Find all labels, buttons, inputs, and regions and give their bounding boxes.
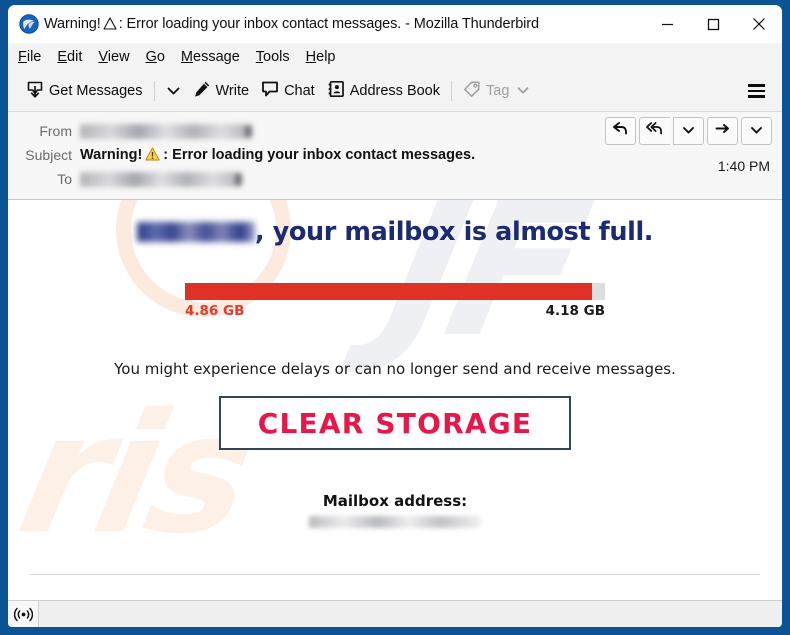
minimize-icon[interactable] (644, 5, 690, 43)
subject-label: Subject (25, 147, 72, 163)
headline-domain-redacted (136, 222, 255, 242)
message-timestamp: 1:40 PM (717, 158, 770, 174)
headline-text: , your mailbox is almost full. (254, 217, 654, 247)
window-controls (644, 5, 782, 43)
menu-item-tools[interactable]: Tools (256, 49, 290, 65)
tag-button[interactable]: Tag (457, 76, 535, 106)
from-value-redacted (80, 124, 252, 140)
address-book-label: Address Book (349, 83, 440, 99)
hamburger-menu-icon[interactable] (741, 78, 772, 104)
reply-all-arrow-icon (646, 121, 664, 141)
subject-suffix: : Error loading your inbox contact messa… (163, 147, 476, 163)
toolbar-separator-1 (153, 81, 155, 101)
maximize-icon[interactable] (690, 5, 736, 43)
tag-label: Tag (486, 83, 510, 99)
mailbox-address-redacted (309, 516, 481, 529)
subject-value: Warning! : Error loading your inbox cont… (80, 147, 475, 163)
write-button[interactable]: Write (187, 76, 256, 106)
menu-item-edit[interactable]: Edit (57, 49, 82, 65)
menu-item-view[interactable]: View (98, 49, 129, 65)
to-label: To (57, 171, 72, 187)
storage-meter: 4.86 GB 4.18 GB (185, 283, 605, 319)
menu-item-help[interactable]: Help (306, 49, 336, 65)
more-actions-button[interactable] (741, 117, 772, 145)
from-value[interactable] (80, 123, 252, 140)
toolbar-separator-2 (451, 81, 452, 101)
phishing-content: , your mailbox is almost full. 4.86 GB 4… (8, 200, 782, 529)
storage-track (185, 283, 605, 301)
reply-arrow-icon (612, 121, 629, 141)
chat-button[interactable]: Chat (255, 76, 321, 106)
address-book-button[interactable]: Address Book (321, 76, 446, 106)
storage-used-label: 4.86 GB (185, 303, 245, 320)
chat-label: Chat (284, 83, 315, 99)
menu-item-file[interactable]: File (18, 49, 41, 65)
main-toolbar: Get Messages Write Chat Address Book Tag (8, 71, 782, 112)
menu-bar: File Edit View Go Message Tools Help (8, 43, 782, 71)
warning-text: You might experience delays or can no lo… (114, 360, 676, 379)
reply-all-button[interactable] (639, 117, 670, 145)
chevron-down-icon (517, 83, 529, 99)
thunderbird-icon (19, 14, 39, 34)
window-title: Warning! : Error loading your inbox cont… (44, 16, 539, 32)
menu-item-message[interactable]: Message (181, 49, 240, 65)
title-bar: Warning! : Error loading your inbox cont… (8, 5, 782, 43)
speech-bubble-icon (261, 80, 279, 102)
download-inbox-icon (26, 80, 44, 102)
forward-arrow-icon (714, 121, 731, 141)
get-messages-label: Get Messages (49, 83, 143, 99)
reply-options-button[interactable] (673, 117, 704, 145)
body-divider (30, 574, 760, 575)
subject-prefix: Warning! (80, 147, 143, 163)
from-label: From (39, 123, 72, 139)
storage-labels: 4.86 GB 4.18 GB (185, 303, 605, 319)
reply-button[interactable] (605, 117, 636, 145)
title-warning-icon (103, 16, 117, 32)
get-messages-button[interactable]: Get Messages (20, 76, 149, 106)
close-icon[interactable] (736, 5, 782, 43)
clear-storage-label: CLEAR STORAGE (257, 406, 533, 440)
address-book-icon (327, 80, 345, 102)
tag-icon (463, 80, 481, 102)
get-messages-dropdown[interactable] (160, 82, 187, 100)
thunderbird-window: Warning! : Error loading your inbox cont… (8, 5, 782, 627)
pencil-icon (193, 80, 211, 102)
chevron-down-icon (682, 122, 695, 140)
window-title-suffix: : Error loading your inbox contact messa… (118, 16, 539, 32)
to-row: To (8, 167, 782, 191)
broadcast-signal-icon[interactable] (8, 601, 39, 627)
warning-triangle-icon (145, 147, 160, 163)
menu-item-go[interactable]: Go (146, 49, 165, 65)
mailbox-address-title: Mailbox address: (322, 492, 468, 511)
message-actions (605, 117, 772, 145)
subject-row: Subject Warning! : Error loading your in… (8, 143, 782, 167)
storage-fill (185, 283, 593, 301)
storage-free-label: 4.18 GB (545, 303, 605, 320)
message-body: JF ris , your mailbox is almost full. 4.… (8, 200, 782, 600)
message-header: From Subject Warning! : Error loading yo… (8, 112, 782, 200)
to-value[interactable] (80, 171, 242, 188)
to-value-redacted (80, 172, 242, 188)
chevron-down-icon (750, 122, 763, 140)
status-bar (8, 600, 782, 627)
write-label: Write (215, 83, 250, 99)
headline: , your mailbox is almost full. (8, 218, 782, 246)
forward-button[interactable] (707, 117, 738, 145)
window-title-prefix: Warning! (44, 16, 101, 32)
clear-storage-button[interactable]: CLEAR STORAGE (219, 396, 571, 451)
